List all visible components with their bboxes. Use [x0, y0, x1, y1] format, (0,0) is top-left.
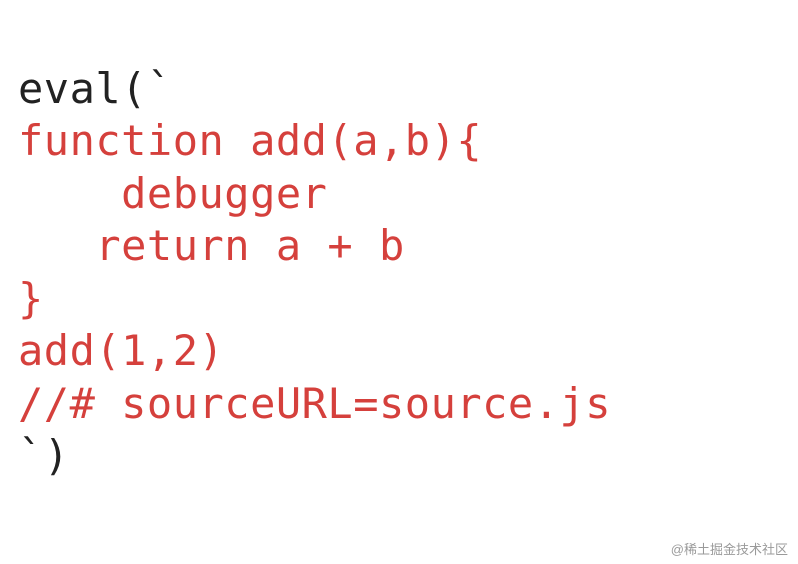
- code-line-2: function add(a,b){: [18, 116, 482, 165]
- code-line-7: //# sourceURL=source.js: [18, 379, 611, 428]
- code-line-8: `): [18, 431, 70, 480]
- code-snippet: eval(` function add(a,b){ debugger retur…: [18, 10, 780, 483]
- code-line-3: debugger: [18, 169, 327, 218]
- code-line-1: eval(`: [18, 64, 173, 113]
- code-line-6: add(1,2): [18, 326, 224, 375]
- code-line-4: return a + b: [18, 221, 405, 270]
- watermark: @稀土掘金技术社区: [671, 542, 788, 558]
- code-line-5: }: [18, 274, 44, 323]
